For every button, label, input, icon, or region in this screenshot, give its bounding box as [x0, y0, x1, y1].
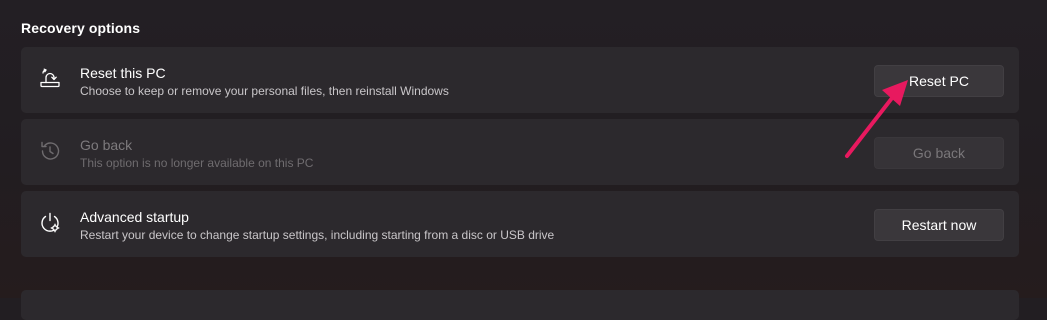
- history-icon: [38, 139, 62, 163]
- reset-pc-icon: [38, 67, 62, 91]
- go-back-description: This option is no longer available on th…: [80, 156, 314, 170]
- advanced-startup-description: Restart your device to change startup se…: [80, 228, 555, 242]
- reset-this-pc-title: Reset this PC: [80, 65, 166, 81]
- reset-pc-button[interactable]: Reset PC: [874, 65, 1004, 97]
- reset-this-pc-card: Reset this PC Choose to keep or remove y…: [21, 47, 1019, 113]
- go-back-button[interactable]: Go back: [874, 137, 1004, 169]
- recovery-page: Recovery options Reset this PC Choose to…: [0, 0, 1047, 320]
- restart-now-button[interactable]: Restart now: [874, 209, 1004, 241]
- go-back-card: Go back This option is no longer availab…: [21, 119, 1019, 185]
- next-section-card: [21, 290, 1019, 320]
- advanced-startup-card: Advanced startup Restart your device to …: [21, 191, 1019, 257]
- go-back-title: Go back: [80, 137, 133, 153]
- reset-this-pc-description: Choose to keep or remove your personal f…: [80, 84, 449, 98]
- advanced-startup-icon: [38, 211, 62, 235]
- advanced-startup-title: Advanced startup: [80, 209, 189, 225]
- section-title: Recovery options: [21, 20, 141, 36]
